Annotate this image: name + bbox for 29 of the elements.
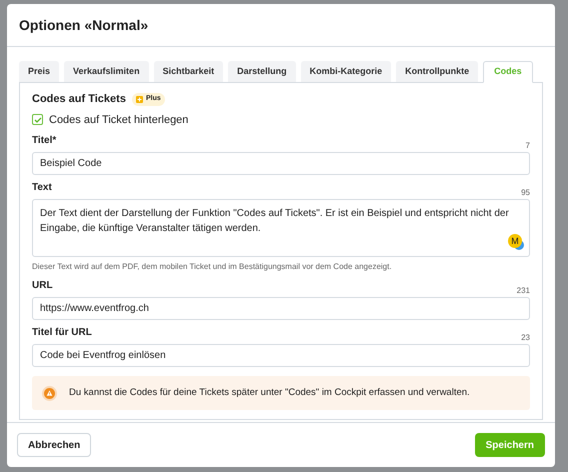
field-label: Text [32, 181, 52, 195]
input-field[interactable]: Beispiel Code [32, 152, 530, 175]
dialog-title: Optionen «Normal» [19, 16, 148, 35]
text-value: Der Text dient der Darstellung der Funktion "Codes auf Tickets". Er ist ein Beispiel und entspricht nicht der Eingabe, die künftige Veranstalter tätigen werden. [40, 208, 509, 234]
plus-icon [136, 96, 143, 103]
checkbox[interactable] [32, 114, 43, 126]
warning-icon [42, 386, 57, 400]
notice-text: Du kannst die Codes für deine Tickets später unter "Codes" im Cockpit erfassen und verwalten. [69, 386, 470, 400]
field-label: Titel für URL [32, 326, 92, 340]
char-counter: 7 [526, 140, 530, 152]
field-label: URL [32, 279, 53, 293]
input-field[interactable]: https://www.eventfrog.ch [32, 297, 530, 320]
text-area[interactable]: Der Text dient der Darstellung der Funktion "Codes auf Tickets". Er ist ein Beispiel und entspricht nicht der Eingabe, die künftige Veranstalter tätigen werden. M [32, 199, 530, 257]
checkbox-label: Codes auf Ticket hinterlegen [49, 112, 188, 128]
char-counter: 95 [521, 187, 530, 199]
input-field[interactable]: Code bei Eventfrog einlösen [32, 344, 530, 367]
char-counter: 231 [516, 285, 530, 297]
tab[interactable]: Verkaufslimiten [64, 61, 149, 82]
tab[interactable]: Sichtbarkeit [154, 61, 224, 82]
tab[interactable]: Kombi-Kategorie [300, 61, 392, 82]
field-label: Titel* [32, 134, 56, 148]
section-title: Codes auf Tickets [32, 92, 126, 107]
tab[interactable]: Kontrollpunkte [396, 61, 478, 82]
extension-badge: M [508, 234, 524, 250]
char-counter: 23 [521, 332, 530, 344]
field-hint: Dieser Text wird auf dem PDF, dem mobilen Ticket und im Bestätigungsmail vor dem Code angezeigt. [32, 261, 393, 273]
cancel-button[interactable]: Abbrechen [17, 433, 92, 457]
tab[interactable]: Preis [19, 61, 60, 82]
tab[interactable]: Darstellung [228, 61, 296, 82]
